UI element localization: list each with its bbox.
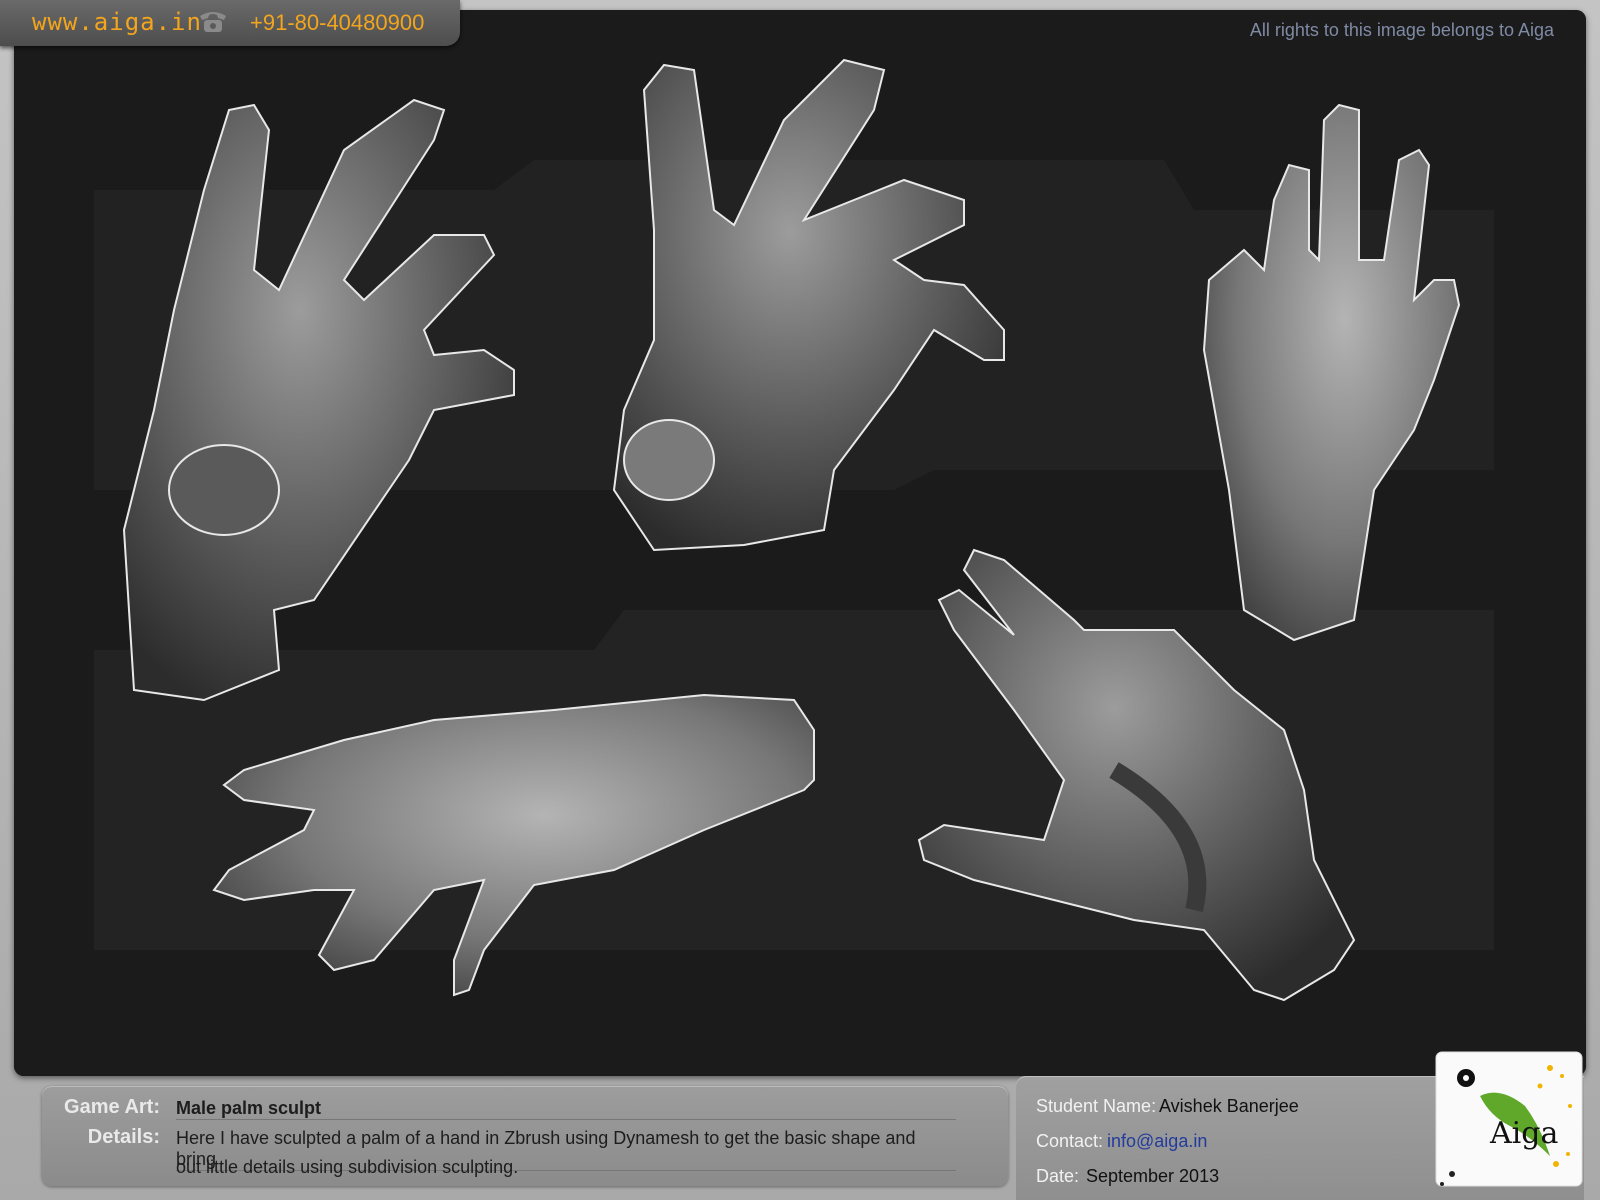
category-label: Game Art:: [64, 1096, 160, 1118]
hand-sculpts-artwork: [14, 10, 1586, 1076]
site-url[interactable]: www.aiga.in: [32, 8, 202, 36]
date-label: Date:: [1036, 1166, 1080, 1186]
date-value: September 2013: [1086, 1166, 1220, 1186]
phone-icon: [200, 12, 226, 32]
logo-text: Aiga: [1490, 1116, 1559, 1151]
artwork-stage: [14, 10, 1586, 1076]
header-bar: www.aiga.in +91-80-40480900: [0, 0, 460, 46]
details-label: Details:: [87, 1126, 160, 1148]
project-details-panel: Game Art: Male palm sculpt Details: Here…: [42, 1086, 1008, 1186]
student-name: Avishek Banerjee: [1159, 1096, 1299, 1116]
details-line-2: out little details using subdivision scu…: [176, 1157, 519, 1177]
student-name-label: Student Name:: [1036, 1096, 1157, 1116]
project-title: Male palm sculpt: [176, 1098, 956, 1120]
phone-number: +91-80-40480900: [250, 10, 425, 35]
contact-email[interactable]: info@aiga.in: [1107, 1131, 1207, 1152]
copyright-notice: All rights to this image belongs to Aiga: [1249, 20, 1554, 40]
contact-label: Contact:: [1036, 1131, 1104, 1151]
